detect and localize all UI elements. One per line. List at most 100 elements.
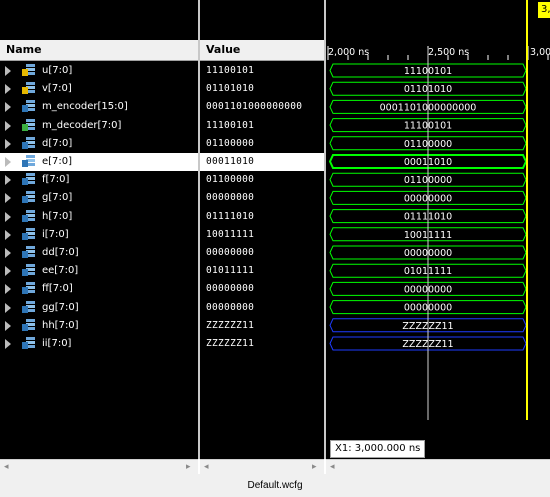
expand-arrow-icon[interactable] — [5, 302, 11, 313]
signal-icon — [22, 337, 35, 349]
signal-row[interactable]: h[7:0] — [0, 208, 198, 226]
value-row[interactable]: 01101010 — [200, 80, 324, 98]
signal-row[interactable]: d[7:0] — [0, 135, 198, 153]
expand-arrow-icon[interactable] — [5, 248, 11, 258]
signal-name: d[7:0] — [42, 137, 73, 149]
signal-value: 00000000 — [206, 301, 255, 313]
signal-icon — [22, 227, 35, 240]
signal-row[interactable]: u[7:0] — [0, 62, 198, 80]
scroll-left-icon[interactable]: ◂ — [330, 462, 335, 472]
signal-row[interactable]: ff[7:0] — [0, 280, 198, 298]
value-row[interactable]: 01100000 — [200, 135, 324, 153]
signal-row[interactable]: m_encoder[15:0] — [0, 98, 198, 116]
signal-row[interactable]: i[7:0] — [0, 226, 198, 244]
signal-value: 01100000 — [206, 137, 255, 149]
signal-icon — [22, 173, 35, 186]
signal-value: ZZZZZZ11 — [206, 319, 255, 331]
expand-arrow-icon[interactable] — [5, 102, 11, 113]
scroll-right-icon[interactable]: ▸ — [312, 462, 317, 472]
wave-hscrollbar[interactable]: ◂ — [326, 459, 550, 474]
signal-row[interactable]: dd[7:0] — [0, 244, 198, 262]
output-port-icon — [22, 118, 35, 131]
signal-row[interactable]: ii[7:0] — [0, 335, 198, 353]
expand-arrow-icon[interactable] — [5, 66, 11, 76]
signal-value: 0001101000000000 — [206, 101, 303, 113]
value-row[interactable]: 10011111 — [200, 226, 324, 244]
signal-row[interactable]: hh[7:0] — [0, 317, 198, 335]
expand-arrow-icon[interactable] — [5, 157, 11, 167]
signal-icon — [22, 100, 35, 113]
expand-arrow-icon[interactable] — [5, 320, 11, 331]
ruler-tick-label: 2,000 ns — [328, 47, 369, 58]
ruler-tick-label: 2,500 ns — [428, 47, 469, 58]
signal-value: 11100101 — [206, 65, 255, 76]
expand-arrow-icon[interactable] — [5, 229, 11, 240]
waveform-panel[interactable]: 3,00 2,000 ns 2,500 ns 3,00 111001010110… — [326, 0, 550, 459]
signal-row[interactable]: gg[7:0] — [0, 299, 198, 317]
signal-name: f[7:0] — [42, 174, 70, 186]
signal-row[interactable]: m_decoder[7:0] — [0, 117, 198, 135]
wcfg-filename: Default.wcfg — [247, 480, 303, 491]
expand-arrow-icon[interactable] — [5, 193, 11, 204]
signal-icon — [22, 191, 35, 204]
signal-value: 00000000 — [206, 283, 255, 295]
name-header-label: Name — [6, 43, 42, 56]
signal-icon — [22, 300, 35, 313]
expand-arrow-icon[interactable] — [5, 339, 11, 349]
expand-arrow-icon[interactable] — [5, 211, 11, 222]
signal-name: i[7:0] — [42, 228, 69, 240]
waveform-canvas[interactable]: 2,000 ns 2,500 ns 3,00 11100101011010100… — [326, 0, 550, 459]
signal-row[interactable]: g[7:0] — [0, 189, 198, 207]
expand-arrow-icon[interactable] — [5, 120, 11, 131]
scroll-right-icon[interactable]: ▸ — [186, 462, 191, 472]
signal-icon — [22, 136, 35, 149]
signal-name: m_encoder[15:0] — [42, 101, 128, 113]
signal-value: 01100000 — [206, 174, 255, 186]
signal-name: dd[7:0] — [42, 247, 79, 258]
input-port-icon — [22, 82, 35, 95]
value-row[interactable]: 01100000 — [200, 171, 324, 189]
value-row[interactable]: 00000000 — [200, 299, 324, 317]
signal-icon — [22, 246, 35, 258]
signal-value: 11100101 — [206, 119, 255, 131]
value-row[interactable]: 00000000 — [200, 280, 324, 298]
name-hscrollbar[interactable]: ◂ ▸ — [0, 459, 198, 474]
signal-name: gg[7:0] — [42, 301, 79, 313]
value-row[interactable]: 01111010 — [200, 208, 324, 226]
value-row[interactable]: ZZZZZZ11 — [200, 317, 324, 335]
signal-row[interactable]: e[7:0] — [0, 153, 198, 171]
cursor-readout: X1: 3,000.000 ns — [330, 440, 426, 458]
signal-icon — [22, 282, 35, 295]
value-hscrollbar[interactable]: ◂ ▸ — [200, 459, 324, 474]
signal-row[interactable]: ee[7:0] — [0, 262, 198, 280]
value-header-label: Value — [206, 43, 241, 56]
signal-value: 00000000 — [206, 247, 255, 258]
expand-arrow-icon[interactable] — [5, 84, 11, 95]
scroll-left-icon[interactable]: ◂ — [204, 462, 209, 472]
value-row[interactable]: 00011010 — [200, 153, 324, 171]
value-row[interactable]: 11100101 — [200, 62, 324, 80]
signal-value: 10011111 — [206, 228, 255, 240]
scroll-left-icon[interactable]: ◂ — [4, 462, 9, 472]
signal-name: ee[7:0] — [42, 265, 79, 277]
signal-name: ff[7:0] — [42, 283, 73, 295]
value-row[interactable]: 11100101 — [200, 117, 324, 135]
value-row[interactable]: ZZZZZZ11 — [200, 335, 324, 353]
time-ruler: 2,000 ns 2,500 ns 3,00 — [328, 47, 550, 58]
expand-arrow-icon[interactable] — [5, 175, 11, 186]
signal-row[interactable]: v[7:0] — [0, 80, 198, 98]
signal-value: 01011111 — [206, 265, 255, 277]
value-row[interactable]: 00000000 — [200, 189, 324, 207]
value-row[interactable]: 00000000 — [200, 244, 324, 262]
signal-name: h[7:0] — [42, 210, 73, 222]
value-row[interactable]: 01011111 — [200, 262, 324, 280]
name-column-header[interactable]: Name — [0, 40, 198, 61]
signal-row[interactable]: f[7:0] — [0, 171, 198, 189]
signal-value: 00000000 — [206, 192, 255, 204]
value-row[interactable]: 0001101000000000 — [200, 98, 324, 116]
expand-arrow-icon[interactable] — [5, 284, 11, 295]
expand-arrow-icon[interactable] — [5, 266, 11, 277]
expand-arrow-icon[interactable] — [5, 138, 11, 149]
value-column-header[interactable]: Value — [200, 40, 324, 61]
signal-icon — [22, 264, 35, 277]
